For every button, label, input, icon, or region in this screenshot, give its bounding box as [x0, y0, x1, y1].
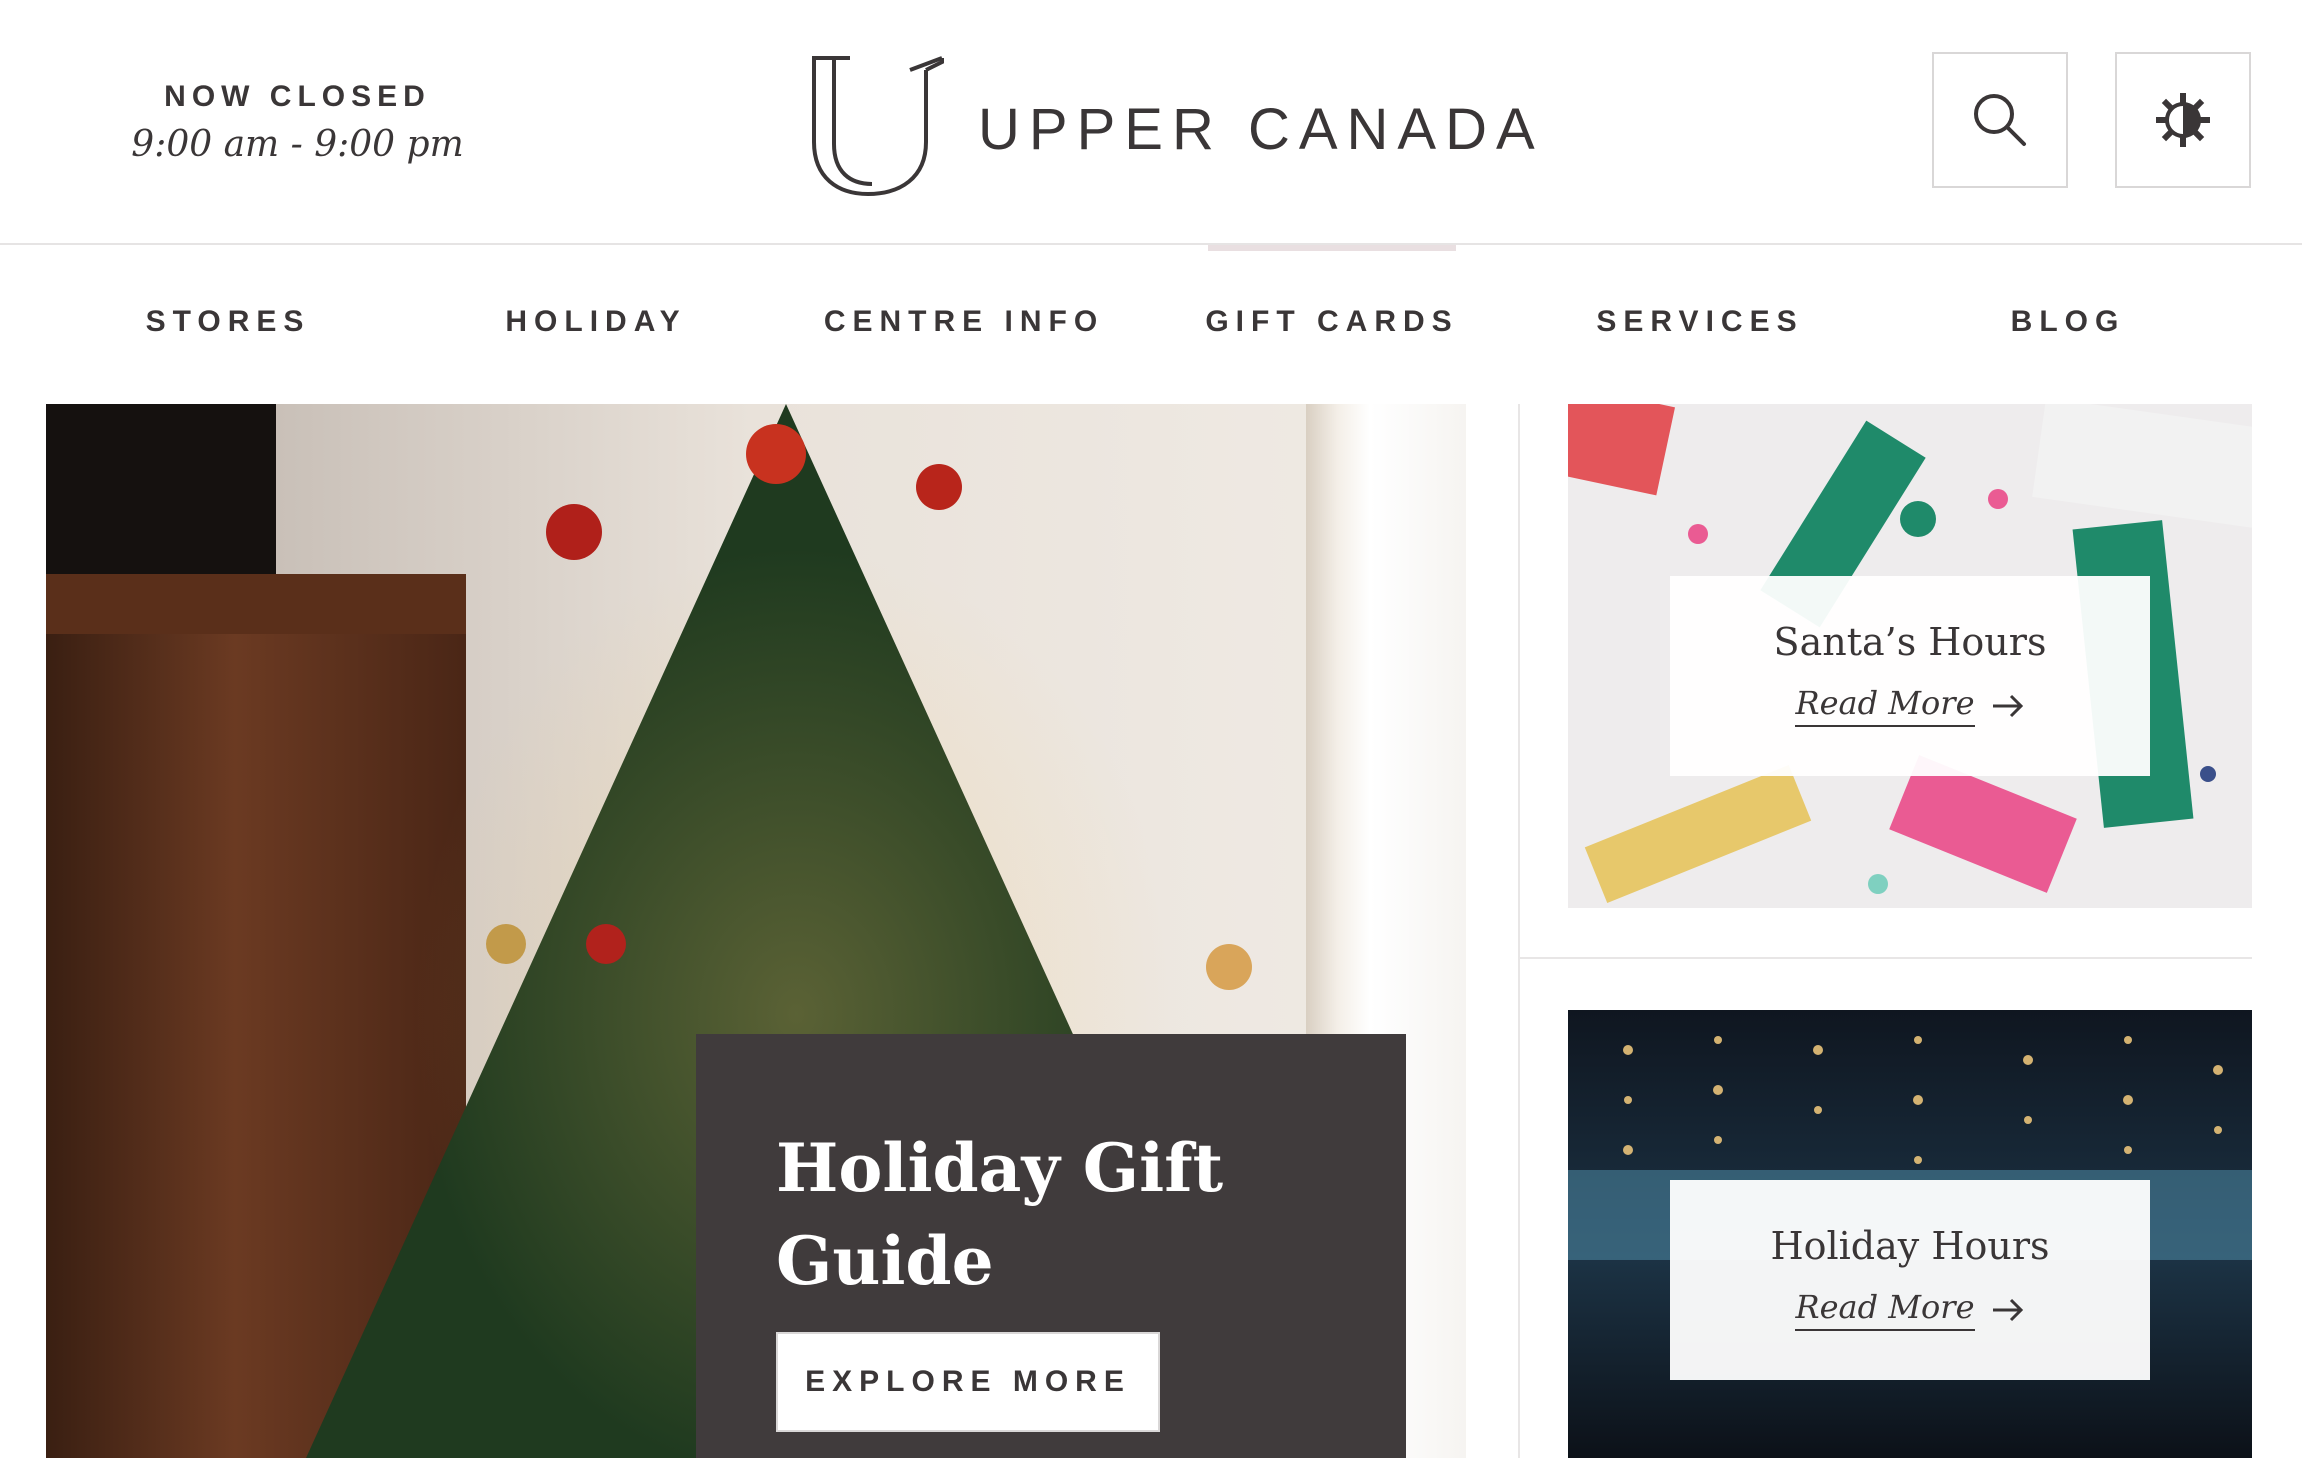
arrow-right-icon [1992, 1298, 2023, 1321]
read-more-link[interactable]: Read More [1795, 684, 2024, 727]
ornament [586, 924, 626, 964]
holiday-hours-card[interactable]: Holiday Hours Read More [1568, 1010, 2252, 1458]
nav-item-stores[interactable]: STORES [146, 305, 311, 339]
brand-name: UPPER CANADA [978, 97, 1544, 162]
site-logo[interactable]: UPPER CANADA [808, 52, 1535, 202]
santas-hours-card[interactable]: Santa’s Hours Read More [1568, 404, 2252, 908]
ornament [546, 504, 602, 560]
store-hours: NOW CLOSED 9:00 am - 9:00 pm [120, 80, 475, 165]
card-title: Holiday Hours [1770, 1224, 2050, 1268]
column-divider [1518, 404, 1520, 1458]
hero-image[interactable]: Holiday Gift Guide EXPLORE MORE [46, 404, 1466, 1458]
nav-item-services[interactable]: SERVICES [1596, 305, 1803, 339]
card-title: Santa’s Hours [1773, 620, 2047, 664]
read-more-label: Read More [1795, 1288, 1975, 1331]
ornament [916, 464, 962, 510]
read-more-label: Read More [1795, 684, 1975, 727]
store-status: NOW CLOSED [164, 80, 431, 113]
contrast-toggle-icon [2156, 93, 2210, 147]
search-button[interactable] [1932, 52, 2068, 188]
store-hours-time: 9:00 am - 9:00 pm [131, 124, 464, 165]
sidebar-divider [1518, 957, 2252, 959]
nav-active-indicator [1208, 245, 1456, 251]
card-label: Holiday Hours Read More [1670, 1180, 2150, 1380]
ornament [486, 924, 526, 964]
card-label: Santa’s Hours Read More [1670, 576, 2150, 776]
explore-more-button[interactable]: EXPLORE MORE [776, 1332, 1160, 1432]
nav-item-gift-cards[interactable]: GIFT CARDS [1205, 305, 1458, 339]
hero-card: Holiday Gift Guide EXPLORE MORE [696, 1034, 1406, 1458]
ornament [1206, 944, 1252, 990]
nav-item-blog[interactable]: BLOG [2011, 305, 2126, 339]
main-nav: STORES HOLIDAY CENTRE INFO GIFT CARDS SE… [0, 245, 2302, 405]
search-icon [1974, 94, 2026, 146]
hero-bg-tv [46, 404, 276, 574]
hero-title: Holiday Gift Guide [776, 1129, 1224, 1300]
logo-u-mark [812, 56, 944, 197]
contrast-toggle-button[interactable] [2115, 52, 2251, 188]
site-header: NOW CLOSED 9:00 am - 9:00 pm UPPER CANAD… [0, 0, 2302, 245]
nav-item-holiday[interactable]: HOLIDAY [505, 305, 686, 339]
read-more-link[interactable]: Read More [1795, 1288, 2024, 1331]
ornament [746, 424, 806, 484]
nav-item-centre-info[interactable]: CENTRE INFO [824, 305, 1104, 339]
arrow-right-icon [1992, 694, 2023, 717]
